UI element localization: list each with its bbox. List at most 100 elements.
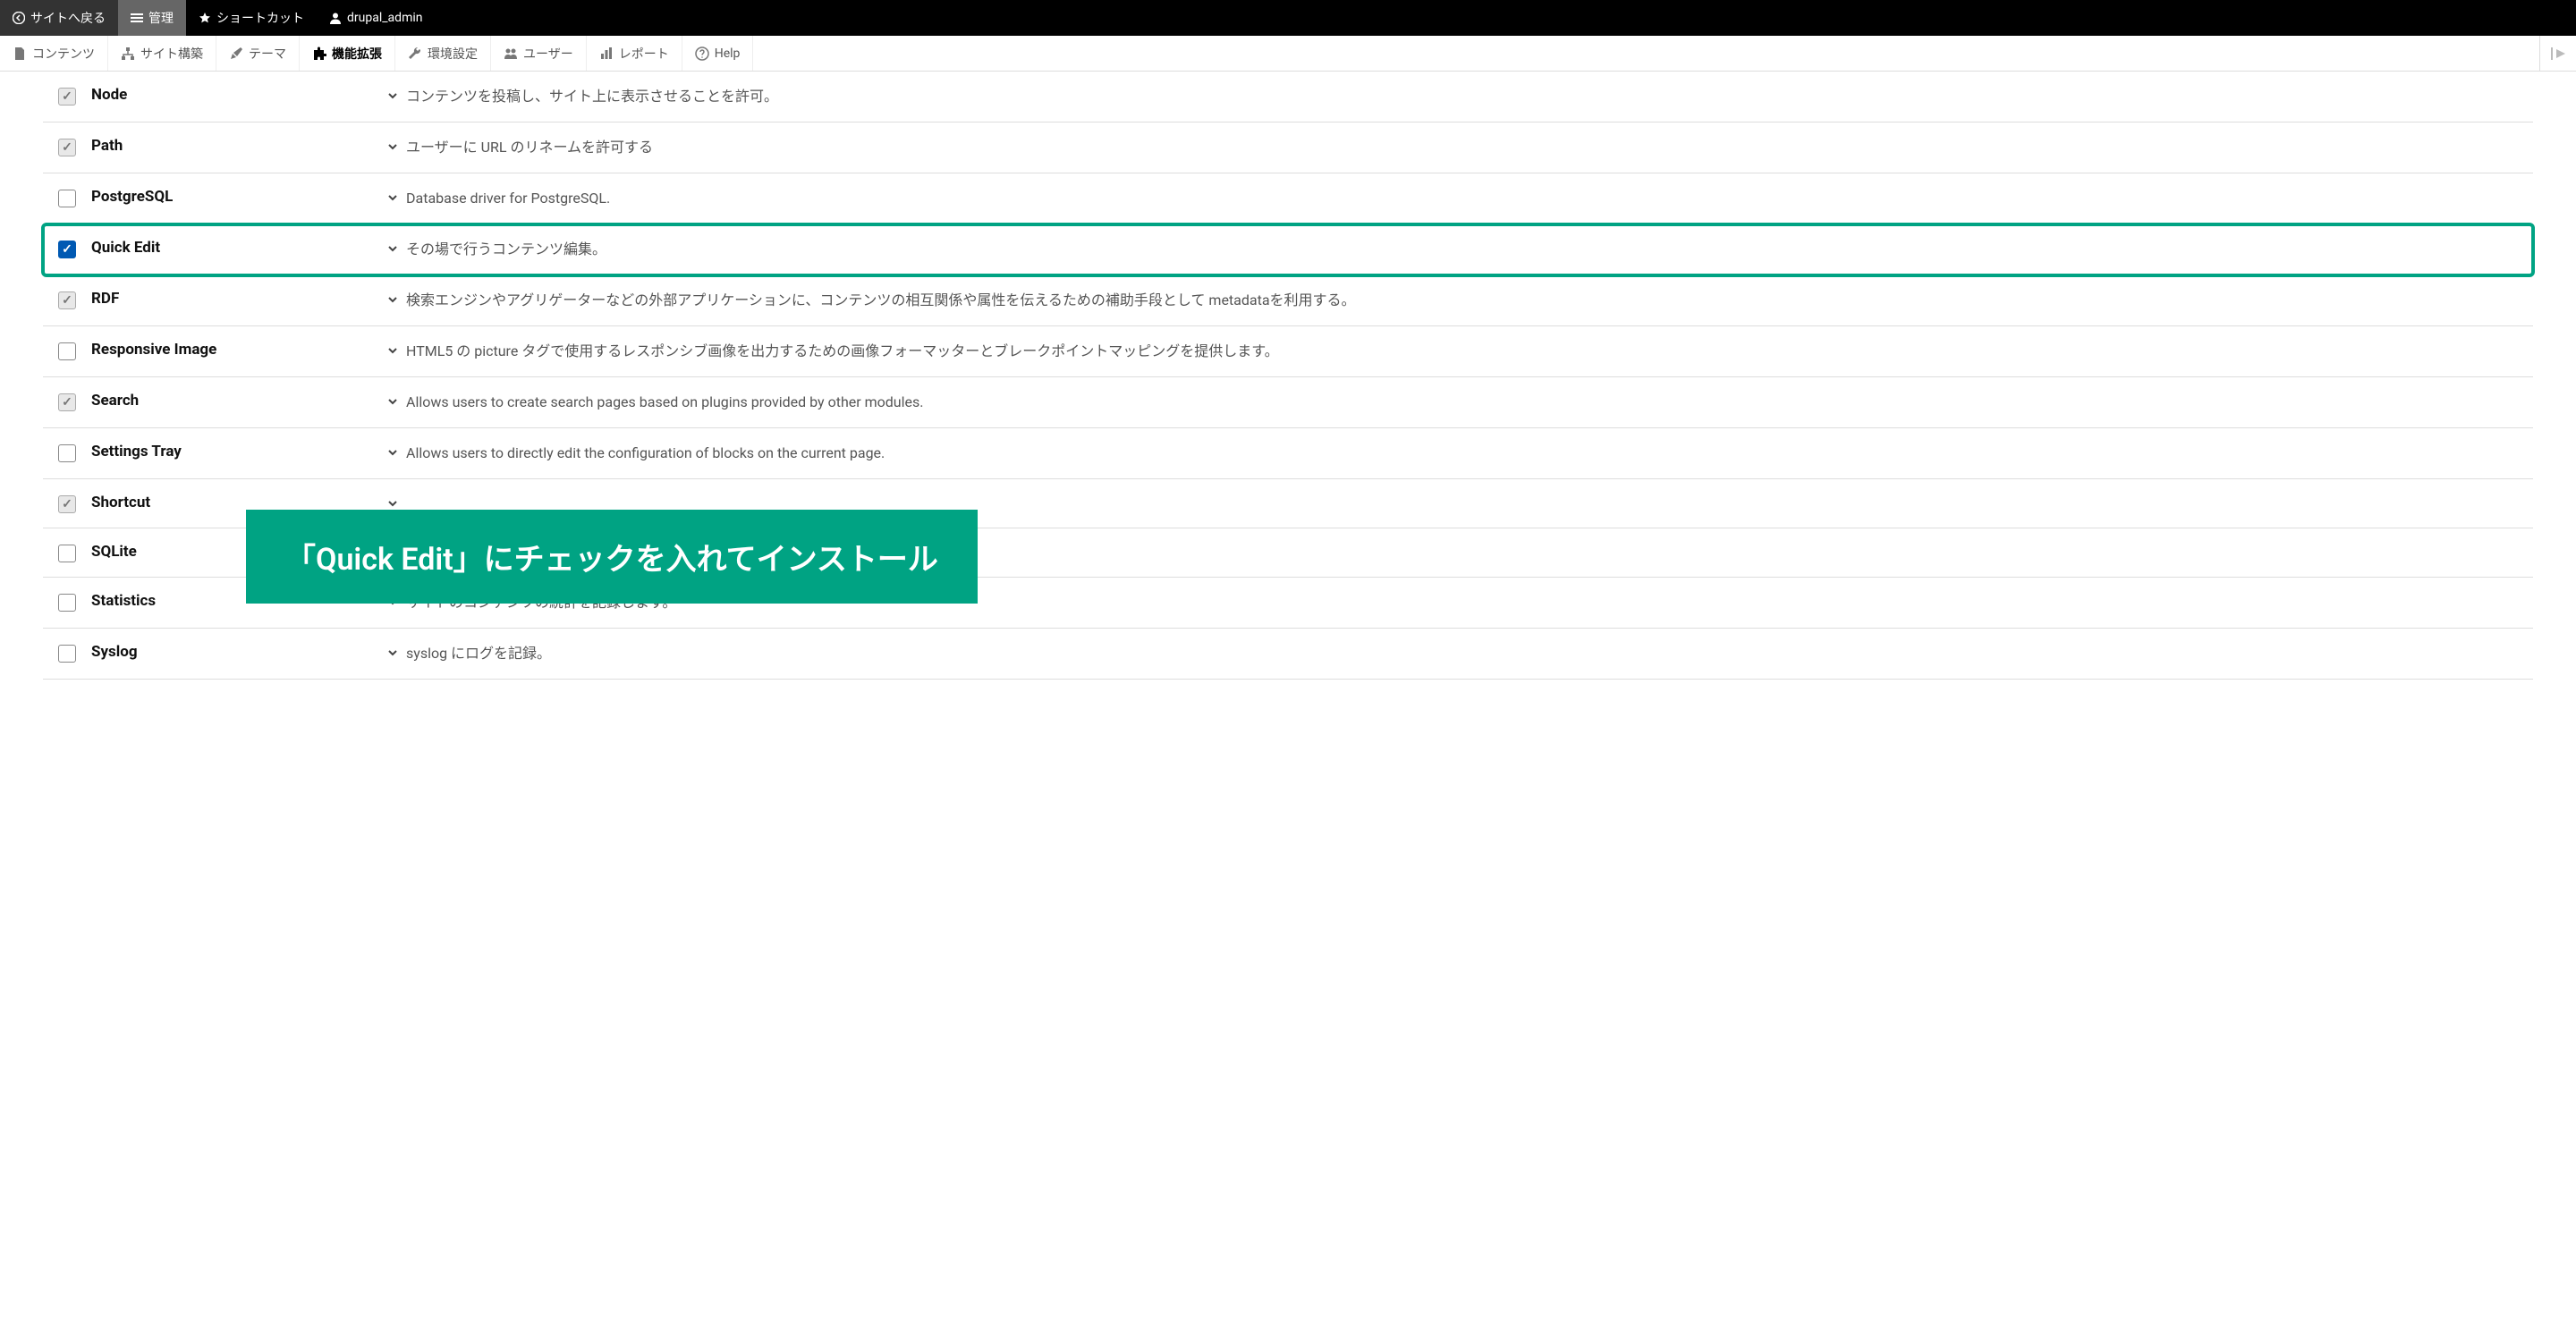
module-row: Quick Edit その場で行うコンテンツ編集。 xyxy=(43,224,2533,275)
chevron-down-icon[interactable] xyxy=(386,392,399,408)
module-name: Search xyxy=(91,392,386,410)
chevron-down-icon[interactable] xyxy=(386,86,399,102)
brush-icon xyxy=(229,46,243,61)
module-name: RDF xyxy=(91,290,386,308)
module-checkbox[interactable] xyxy=(58,190,76,207)
tab-configuration-label: 環境設定 xyxy=(428,45,478,63)
checkbox-column xyxy=(43,239,91,258)
tab-people[interactable]: ユーザー xyxy=(491,36,587,71)
wrench-icon xyxy=(408,46,422,61)
module-description-column: syslog にログを記録。 xyxy=(386,643,2533,664)
checkbox-column xyxy=(43,592,91,612)
file-icon xyxy=(13,46,27,61)
module-description-column: ユーザーに URL のリネームを許可する xyxy=(386,137,2533,158)
back-icon xyxy=(13,12,25,24)
chevron-down-icon[interactable] xyxy=(386,137,399,153)
chevron-down-icon[interactable] xyxy=(386,643,399,659)
admin-label: 管理 xyxy=(148,9,174,27)
module-description-column: 検索エンジンやアグリゲーターなどの外部アプリケーションに、コンテンツの相互関係や… xyxy=(386,290,2533,311)
module-description-column: HTML5 の picture タグで使用するレスポンシブ画像を出力するための画… xyxy=(386,341,2533,362)
module-description-column: コンテンツを投稿し、サイト上に表示させることを許可。 xyxy=(386,86,2533,107)
module-row: Responsive Image HTML5 の picture タグで使用するレ… xyxy=(43,326,2533,377)
back-label: サイトへ戻る xyxy=(30,9,106,27)
checkbox-column xyxy=(43,543,91,562)
module-checkbox[interactable] xyxy=(58,241,76,258)
module-name: Path xyxy=(91,137,386,155)
shortcuts-label: ショートカット xyxy=(216,9,304,27)
module-checkbox[interactable] xyxy=(58,342,76,360)
module-description-column: Allows users to create search pages base… xyxy=(386,392,2533,413)
module-description: ユーザーに URL のリネームを許可する xyxy=(406,137,653,158)
checkbox-column xyxy=(43,137,91,156)
chevron-down-icon[interactable] xyxy=(386,443,399,459)
checkbox-column xyxy=(43,188,91,207)
tab-structure-label: サイト構築 xyxy=(140,45,203,63)
module-row: Syslog syslog にログを記録。 xyxy=(43,629,2533,680)
module-row: Path ユーザーに URL のリネームを許可する xyxy=(43,122,2533,173)
tab-reports[interactable]: レポート xyxy=(587,36,682,71)
checkbox-column xyxy=(43,443,91,462)
module-description-column xyxy=(386,494,2533,510)
checkbox-column xyxy=(43,643,91,663)
admin-menu-toggle[interactable]: 管理 xyxy=(118,0,186,36)
module-description: HTML5 の picture タグで使用するレスポンシブ画像を出力するための画… xyxy=(406,341,1279,362)
star-icon xyxy=(199,12,211,24)
module-name: PostgreSQL xyxy=(91,188,386,206)
chevron-down-icon[interactable] xyxy=(386,494,399,510)
tab-reports-label: レポート xyxy=(619,45,669,63)
module-checkbox xyxy=(58,393,76,411)
module-name: Quick Edit xyxy=(91,239,386,257)
tab-configuration[interactable]: 環境設定 xyxy=(395,36,491,71)
admin-secondbar: コンテンツ サイト構築 テーマ 機能拡張 環境設定 ユーザー レポート Help xyxy=(0,36,2576,72)
user-icon xyxy=(329,12,342,24)
module-description: コンテンツを投稿し、サイト上に表示させることを許可。 xyxy=(406,86,778,107)
module-name: Shortcut xyxy=(91,494,386,511)
module-description: Allows users to directly edit the config… xyxy=(406,443,885,464)
module-row: RDF 検索エンジンやアグリゲーターなどの外部アプリケーションに、コンテンツの相互… xyxy=(43,275,2533,326)
checkbox-column xyxy=(43,290,91,309)
module-checkbox xyxy=(58,291,76,309)
module-row: Settings Tray Allows users to directly ed… xyxy=(43,428,2533,479)
tab-structure[interactable]: サイト構築 xyxy=(108,36,216,71)
tab-content[interactable]: コンテンツ xyxy=(0,36,108,71)
module-checkbox[interactable] xyxy=(58,645,76,663)
module-name: Responsive Image xyxy=(91,341,386,359)
chevron-down-icon[interactable] xyxy=(386,290,399,306)
chevron-down-icon[interactable] xyxy=(386,188,399,204)
tab-appearance[interactable]: テーマ xyxy=(216,36,300,71)
admin-topbar: サイトへ戻る 管理 ショートカット drupal_admin xyxy=(0,0,2576,36)
module-description: 検索エンジンやアグリゲーターなどの外部アプリケーションに、コンテンツの相互関係や… xyxy=(406,290,1356,311)
collapse-icon xyxy=(2551,47,2565,60)
instruction-callout: 「Quick Edit」にチェックを入れてインストール xyxy=(246,510,978,604)
module-checkbox xyxy=(58,495,76,513)
module-description: その場で行うコンテンツ編集。 xyxy=(406,239,606,260)
tab-help[interactable]: Help xyxy=(682,36,754,71)
module-description-column: Allows users to directly edit the config… xyxy=(386,443,2533,464)
module-name: Syslog xyxy=(91,643,386,661)
tab-help-label: Help xyxy=(715,46,741,61)
chevron-down-icon[interactable] xyxy=(386,239,399,255)
module-checkbox[interactable] xyxy=(58,594,76,612)
collapse-toolbar-button[interactable] xyxy=(2539,36,2576,71)
shortcuts-link[interactable]: ショートカット xyxy=(186,0,317,36)
module-checkbox xyxy=(58,88,76,106)
module-name: Node xyxy=(91,86,386,104)
checkbox-column xyxy=(43,494,91,513)
module-checkbox[interactable] xyxy=(58,545,76,562)
tab-extend[interactable]: 機能拡張 xyxy=(300,36,395,71)
checkbox-column xyxy=(43,392,91,411)
hamburger-icon xyxy=(131,12,143,24)
help-icon xyxy=(695,46,709,61)
module-checkbox[interactable] xyxy=(58,444,76,462)
module-row: SearchAllows users to create search page… xyxy=(43,377,2533,428)
module-row: Node コンテンツを投稿し、サイト上に表示させることを許可。 xyxy=(43,72,2533,122)
module-description-column: その場で行うコンテンツ編集。 xyxy=(386,239,2533,260)
user-link[interactable]: drupal_admin xyxy=(317,0,435,36)
user-label: drupal_admin xyxy=(347,11,422,25)
chart-icon xyxy=(599,46,614,61)
puzzle-icon xyxy=(312,46,326,61)
module-name: Settings Tray xyxy=(91,443,386,460)
chevron-down-icon[interactable] xyxy=(386,341,399,357)
back-to-site-link[interactable]: サイトへ戻る xyxy=(0,0,118,36)
module-description: syslog にログを記録。 xyxy=(406,643,551,664)
